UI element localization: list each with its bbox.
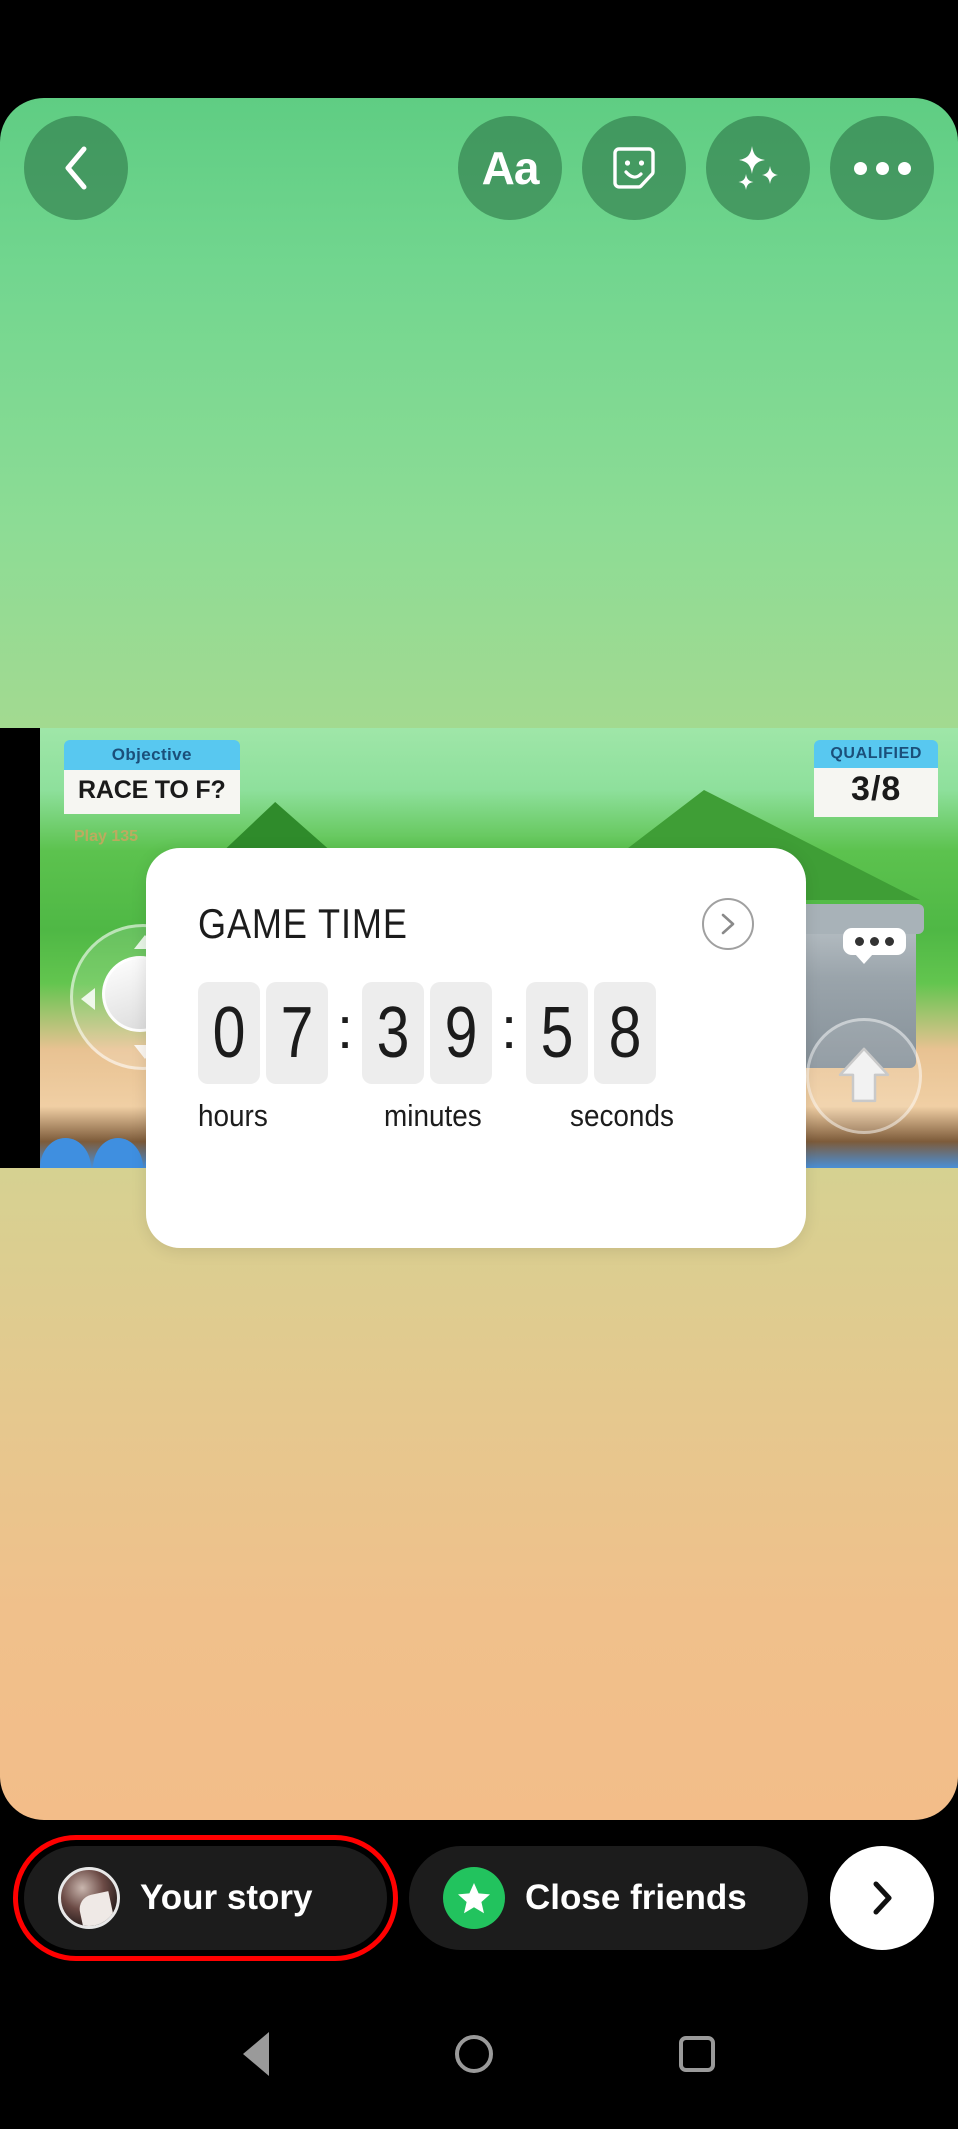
chevron-left-icon bbox=[65, 146, 87, 190]
seconds-digit-1: 5 bbox=[526, 982, 588, 1084]
label-seconds: seconds bbox=[570, 1098, 674, 1133]
countdown-separator-1: : bbox=[336, 995, 354, 1061]
sticker-tool-button[interactable] bbox=[582, 116, 686, 220]
toolbar-actions: Aa bbox=[458, 116, 934, 220]
qualified-banner: QUALIFIED 3/8 bbox=[814, 740, 938, 817]
label-minutes: minutes bbox=[384, 1098, 482, 1133]
countdown-hours-group: 0 7 bbox=[198, 982, 328, 1084]
game-sub-label: Play 135 bbox=[74, 828, 139, 845]
chevron-right-circle-icon bbox=[721, 913, 735, 935]
more-options-button[interactable] bbox=[830, 116, 934, 220]
countdown-header: GAME TIME bbox=[198, 898, 754, 950]
countdown-next-style-button[interactable] bbox=[702, 898, 754, 950]
joystick-left-arrow-icon bbox=[81, 988, 95, 1010]
system-navigation-bar bbox=[0, 1979, 958, 2129]
seconds-digit-2: 8 bbox=[594, 982, 656, 1084]
qualified-count-value: 3/8 bbox=[814, 768, 938, 817]
recents-square-icon[interactable] bbox=[679, 2036, 715, 2072]
jump-button bbox=[806, 1018, 922, 1134]
sparkles-icon bbox=[738, 146, 778, 190]
three-dots-icon bbox=[853, 161, 911, 175]
jump-up-arrow-icon bbox=[838, 1047, 890, 1103]
close-friends-label: Close friends bbox=[525, 1878, 747, 1917]
countdown-digits-row: 0 7 : 3 9 : 5 8 bbox=[198, 982, 754, 1084]
minutes-digit-1: 3 bbox=[362, 982, 424, 1084]
minutes-digit-2: 9 bbox=[430, 982, 492, 1084]
home-circle-icon[interactable] bbox=[455, 2035, 493, 2073]
label-hours: hours bbox=[198, 1098, 268, 1133]
objective-tab-label: Objective bbox=[64, 740, 240, 770]
text-aa-icon: Aa bbox=[481, 142, 540, 194]
hours-digit-1: 0 bbox=[198, 982, 260, 1084]
hours-digit-2: 7 bbox=[266, 982, 328, 1084]
editor-toolbar: Aa bbox=[0, 98, 958, 238]
text-tool-button[interactable]: Aa bbox=[458, 116, 562, 220]
effects-tool-button[interactable] bbox=[706, 116, 810, 220]
green-star-icon bbox=[443, 1867, 506, 1929]
your-story-label: Your story bbox=[140, 1878, 313, 1917]
countdown-sticker[interactable]: GAME TIME 0 7 : 3 9: 5 8 hours minutes … bbox=[146, 848, 806, 1248]
chevron-right-icon bbox=[873, 1881, 892, 1915]
back-triangle-icon[interactable] bbox=[243, 2032, 269, 2076]
countdown-minutes-group: 3 9 bbox=[362, 982, 492, 1084]
your-story-button[interactable]: Your story bbox=[12, 1835, 399, 1961]
countdown-separator-2: : bbox=[500, 995, 518, 1061]
countdown-unit-labels: hours minutes seconds bbox=[198, 1098, 754, 1134]
qualified-tab-label: QUALIFIED bbox=[814, 740, 938, 768]
chat-bubble-icon bbox=[843, 928, 906, 964]
user-avatar bbox=[58, 1867, 120, 1929]
back-button[interactable] bbox=[24, 116, 128, 220]
share-bar: Your story Close friends bbox=[0, 1835, 958, 1961]
story-canvas[interactable]: Objective RACE TO F? Play 135 QUALIFIED … bbox=[0, 98, 958, 1820]
next-button[interactable] bbox=[830, 1846, 934, 1950]
media-left-letterbox bbox=[0, 728, 40, 1168]
countdown-seconds-group: 5 8 bbox=[526, 982, 656, 1084]
objective-banner: Objective RACE TO F? bbox=[64, 740, 240, 814]
objective-text: RACE TO F? bbox=[64, 770, 240, 814]
star-glyph-icon bbox=[458, 1883, 491, 1914]
phone-screen: Objective RACE TO F? Play 135 QUALIFIED … bbox=[0, 0, 958, 2129]
sticker-smiley-icon bbox=[613, 147, 655, 189]
countdown-title: GAME TIME bbox=[198, 900, 408, 947]
close-friends-button[interactable]: Close friends bbox=[409, 1846, 808, 1950]
